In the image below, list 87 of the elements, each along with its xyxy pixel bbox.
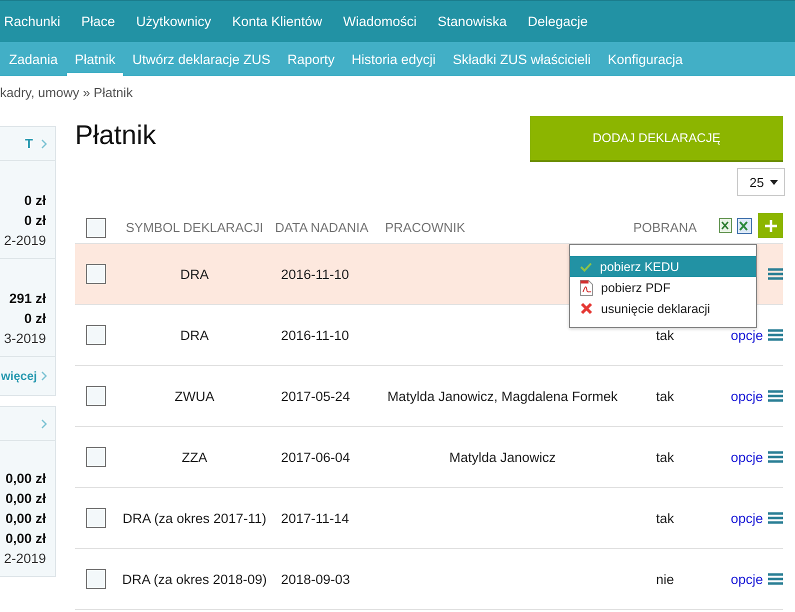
nav-tab[interactable]: Raporty xyxy=(279,42,343,76)
table-cell: 2016-11-10 xyxy=(281,266,350,282)
summary-value: 0 zł xyxy=(24,193,46,208)
checkbox[interactable] xyxy=(86,569,106,589)
table-cell: tak xyxy=(656,510,674,526)
nav-link[interactable]: Płace xyxy=(77,14,126,29)
spreadsheet-icon[interactable] xyxy=(719,218,733,234)
table-cell: Matylda Janowicz xyxy=(449,450,556,464)
nav-link[interactable]: Rachunki xyxy=(0,14,70,29)
column-header: DATA NADANIA xyxy=(275,220,368,235)
column-header: POBRANA xyxy=(633,220,697,235)
options-link[interactable]: opcje xyxy=(730,388,763,404)
summary-value: 2-2019 xyxy=(4,551,46,566)
options-link[interactable]: opcje xyxy=(730,328,763,342)
column-header: SYMBOL DEKLARACJI xyxy=(126,220,264,235)
breadcrumb: kadry, umowy » Płatnik xyxy=(0,84,133,100)
nav-tab[interactable]: Zadania xyxy=(1,42,66,76)
menu-icon[interactable] xyxy=(768,329,783,341)
nav-tab[interactable]: Konfiguracja xyxy=(600,42,691,76)
nav-tab[interactable]: Historia edycji xyxy=(344,42,444,76)
summary-value: 0 zł xyxy=(24,213,46,228)
table-cell: tak xyxy=(656,388,674,404)
table-cell: 2017-06-04 xyxy=(281,450,350,464)
summary-value: 0 zł xyxy=(24,311,46,326)
options-link[interactable]: opcje xyxy=(730,510,763,526)
nav-tab[interactable]: Płatnik xyxy=(66,42,124,76)
nav-tab[interactable]: Utwórz deklaracje ZUS xyxy=(124,42,278,76)
table-cell: DRA xyxy=(180,266,209,282)
page-size-select[interactable]: 25 xyxy=(737,168,785,196)
checkbox[interactable] xyxy=(86,325,106,345)
table-cell: 2017-11-14 xyxy=(281,510,350,526)
table-cell: Matylda Janowicz, Magdalena Formek xyxy=(387,388,618,404)
nav-link[interactable]: Użytkownicy xyxy=(132,14,222,29)
delete-icon xyxy=(580,302,593,315)
checkbox[interactable] xyxy=(86,508,106,528)
column-header: PRACOWNIK xyxy=(385,220,466,235)
summary-value: 291 zł xyxy=(9,291,46,306)
checkbox[interactable] xyxy=(86,447,106,467)
table-cell: 2017-05-24 xyxy=(281,388,350,404)
table-cell: ZWUA xyxy=(174,388,214,404)
table-cell: 2016-11-10 xyxy=(281,328,350,342)
table-row[interactable]: DRA (za okres 2018-09) 2018-09-03 nie opcje xyxy=(75,549,783,610)
check-icon xyxy=(580,262,592,272)
menu-icon[interactable] xyxy=(768,512,783,524)
table-cell: DRA xyxy=(180,328,209,342)
summary-value: 2-2019 xyxy=(4,233,46,248)
menu-icon[interactable] xyxy=(768,268,783,280)
summary-value: 0,00 zł xyxy=(5,511,46,526)
nav-link[interactable]: Delegacje xyxy=(524,14,598,29)
table-cell: tak xyxy=(656,328,674,342)
checkbox[interactable] xyxy=(86,264,106,284)
table-cell: 2018-09-03 xyxy=(281,572,350,586)
pdf-icon xyxy=(580,280,593,296)
menu-item[interactable]: pobierz KEDU xyxy=(570,256,756,277)
table-cell: tak xyxy=(656,450,674,464)
caret-icon xyxy=(770,180,778,184)
table-row[interactable]: ZWUA 2017-05-24 Matylda Janowicz, Magdalena Formek tak opcje xyxy=(75,366,783,427)
summary-value: 0,00 zł xyxy=(5,491,46,506)
card-title: T xyxy=(25,136,33,151)
menu-icon[interactable] xyxy=(768,390,783,402)
page-title: Płatnik xyxy=(75,120,156,151)
nav-link[interactable]: Stanowiska xyxy=(434,14,517,29)
menu-item[interactable]: pobierz PDF xyxy=(570,277,756,298)
checkbox[interactable] xyxy=(86,386,106,406)
options-link[interactable]: opcje xyxy=(730,450,763,464)
checkbox[interactable] xyxy=(86,218,106,238)
nav-tab[interactable]: Składki ZUS właścicieli xyxy=(444,42,599,76)
table-row[interactable]: DRA (za okres 2017-11) 2017-11-14 tak opcje xyxy=(75,488,783,549)
table-row[interactable]: ZZA 2017-06-04 Matylda Janowicz tak opcje xyxy=(75,427,783,488)
more-link[interactable]: więcej xyxy=(0,369,37,383)
summary-value: 3-2019 xyxy=(4,331,46,346)
summary-value: 0,00 zł xyxy=(5,531,46,546)
add-declaration-button[interactable]: DODAJ DEKLARACJĘ xyxy=(530,116,783,162)
chevron-icon xyxy=(41,371,47,381)
table-cell: ZZA xyxy=(182,450,208,464)
summary-value: 0,00 zł xyxy=(5,471,46,486)
options-link[interactable]: opcje xyxy=(730,572,763,586)
add-column-button[interactable] xyxy=(758,213,783,238)
excel-icon[interactable] xyxy=(737,218,752,234)
plus-icon xyxy=(764,218,778,232)
menu-icon[interactable] xyxy=(768,573,783,585)
nav-link[interactable]: Konta Klientów xyxy=(228,14,332,29)
table-cell: nie xyxy=(656,572,674,586)
table-cell: DRA (za okres 2017-11) xyxy=(122,510,266,526)
nav-link[interactable]: Wiadomości xyxy=(339,14,427,29)
table-cell: DRA (za okres 2018-09) xyxy=(122,572,267,586)
menu-icon[interactable] xyxy=(768,451,783,463)
